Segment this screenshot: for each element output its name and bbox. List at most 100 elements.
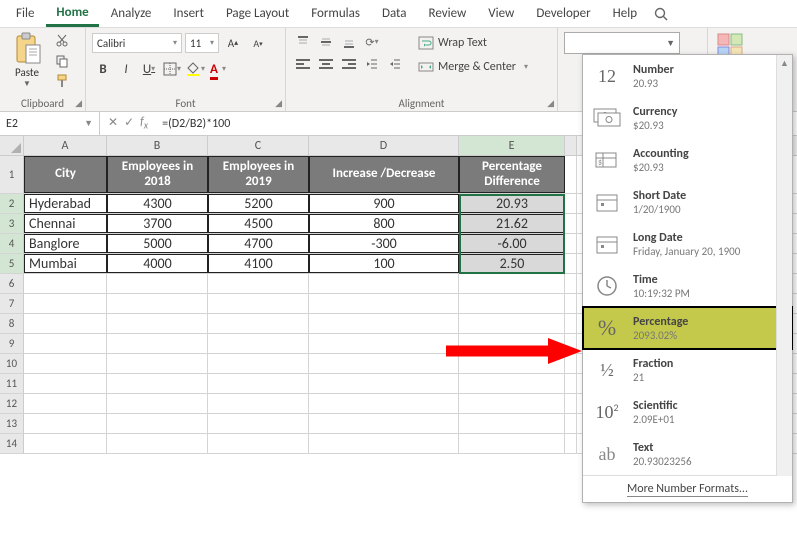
name-box[interactable]: E2▼ (0, 112, 100, 135)
row-header-2[interactable]: 2 (0, 194, 24, 213)
font-name-select[interactable]: Calibri▾ (92, 33, 182, 53)
cell-D14[interactable] (309, 434, 459, 453)
cell-E7[interactable] (459, 294, 565, 313)
insert-function-button[interactable]: fx (140, 115, 148, 131)
cell-F11[interactable] (565, 374, 577, 393)
number-format-select[interactable]: ▼ (564, 32, 680, 54)
cell-C6[interactable] (208, 274, 309, 293)
row-header-12[interactable]: 12 (0, 394, 24, 413)
format-option-currency[interactable]: Currency$20.93 (583, 97, 792, 139)
cell-F13[interactable] (565, 414, 577, 433)
table-header-D[interactable]: Increase /Decrease (309, 156, 459, 193)
cell-D12[interactable] (309, 394, 459, 413)
orientation-button[interactable]: ⟳▾ (361, 32, 383, 52)
cell-F14[interactable] (565, 434, 577, 453)
tab-data[interactable]: Data (372, 2, 417, 25)
cell-A4[interactable]: Banglore (24, 234, 107, 253)
increase-font-button[interactable]: A▴ (222, 32, 244, 54)
cell-A8[interactable] (24, 314, 107, 333)
scroll-up-icon[interactable]: ▲ (777, 55, 792, 71)
cell-F4[interactable] (565, 234, 577, 253)
cell-C9[interactable] (208, 334, 309, 353)
tab-developer[interactable]: Developer (526, 2, 600, 25)
cell-E5[interactable]: 2.50 (459, 254, 565, 273)
row-header-8[interactable]: 8 (0, 314, 24, 333)
cell-D5[interactable]: 100 (309, 254, 459, 273)
cell-F7[interactable] (565, 294, 577, 313)
cell-C13[interactable] (208, 414, 309, 433)
font-dialog-launcher[interactable]: ◢ (275, 98, 282, 109)
wrap-text-button[interactable]: Wrap Text (414, 32, 532, 54)
table-header-A[interactable]: City (24, 156, 107, 193)
cell-D8[interactable] (309, 314, 459, 333)
cell-C3[interactable]: 4500 (208, 214, 309, 233)
cell-A6[interactable] (24, 274, 107, 293)
cell-C12[interactable] (208, 394, 309, 413)
row-header-1[interactable]: 1 (0, 156, 24, 193)
align-top-button[interactable] (292, 32, 314, 52)
alignment-dialog-launcher[interactable]: ◢ (547, 98, 554, 109)
table-header-C[interactable]: Employees in 2019 (208, 156, 309, 193)
cell-B10[interactable] (107, 354, 208, 373)
align-middle-button[interactable] (315, 32, 337, 52)
copy-button[interactable] (52, 52, 72, 70)
cell-A11[interactable] (24, 374, 107, 393)
fill-color-button[interactable]: ▾ (184, 58, 206, 80)
increase-indent-button[interactable] (384, 54, 406, 74)
row-header-6[interactable]: 6 (0, 274, 24, 293)
cell-B8[interactable] (107, 314, 208, 333)
tab-review[interactable]: Review (418, 2, 476, 25)
tab-help[interactable]: Help (603, 2, 647, 25)
tab-formulas[interactable]: Formulas (301, 2, 370, 25)
format-option-time[interactable]: Time10:19:32 PM (583, 265, 792, 307)
cell-B3[interactable]: 3700 (107, 214, 208, 233)
cell-B9[interactable] (107, 334, 208, 353)
underline-button[interactable]: U▾ (138, 58, 160, 80)
table-header-E[interactable]: Percentage Difference (459, 156, 565, 193)
cell-D6[interactable] (309, 274, 459, 293)
row-header-3[interactable]: 3 (0, 214, 24, 233)
cell-F8[interactable] (565, 314, 577, 333)
cell-A9[interactable] (24, 334, 107, 353)
cell-F6[interactable] (565, 274, 577, 293)
cell-E4[interactable]: -6.00 (459, 234, 565, 253)
borders-button[interactable]: ▾ (161, 58, 183, 80)
tab-home[interactable]: Home (46, 1, 98, 27)
tab-file[interactable]: File (6, 2, 44, 25)
cut-button[interactable] (52, 32, 72, 50)
cell-E12[interactable] (459, 394, 565, 413)
select-all-corner[interactable] (0, 136, 24, 155)
cell-D11[interactable] (309, 374, 459, 393)
cell-E2[interactable]: 20.93 (459, 194, 565, 213)
row-header-4[interactable]: 4 (0, 234, 24, 253)
cell-B7[interactable] (107, 294, 208, 313)
paste-button[interactable]: Paste ▼ (6, 32, 48, 89)
format-option-accounting[interactable]: $Accounting$20.93 (583, 139, 792, 181)
table-header-B[interactable]: Employees in 2018 (107, 156, 208, 193)
cell-A3[interactable]: Chennai (24, 214, 107, 233)
tab-pagelayout[interactable]: Page Layout (216, 2, 299, 25)
tab-analyze[interactable]: Analyze (101, 2, 162, 25)
font-color-button[interactable]: A▾ (207, 58, 229, 80)
cell-C4[interactable]: 4700 (208, 234, 309, 253)
cell-B5[interactable]: 4000 (107, 254, 208, 273)
cell-B4[interactable]: 5000 (107, 234, 208, 253)
col-header-A[interactable]: A (24, 136, 107, 155)
col-header-D[interactable]: D (309, 136, 459, 155)
cell-C11[interactable] (208, 374, 309, 393)
cell-B6[interactable] (107, 274, 208, 293)
cell-D7[interactable] (309, 294, 459, 313)
more-number-formats-link[interactable]: More Number Formats... (583, 475, 792, 502)
row-header-10[interactable]: 10 (0, 354, 24, 373)
clipboard-dialog-launcher[interactable]: ◢ (75, 98, 82, 109)
cell-A14[interactable] (24, 434, 107, 453)
cell-F1[interactable] (565, 156, 577, 193)
cell-B12[interactable] (107, 394, 208, 413)
cell-C7[interactable] (208, 294, 309, 313)
bold-button[interactable]: B (92, 58, 114, 80)
cell-C2[interactable]: 5200 (208, 194, 309, 213)
cell-E9[interactable] (459, 334, 565, 353)
col-header-C[interactable]: C (208, 136, 309, 155)
cell-E11[interactable] (459, 374, 565, 393)
cell-E8[interactable] (459, 314, 565, 333)
